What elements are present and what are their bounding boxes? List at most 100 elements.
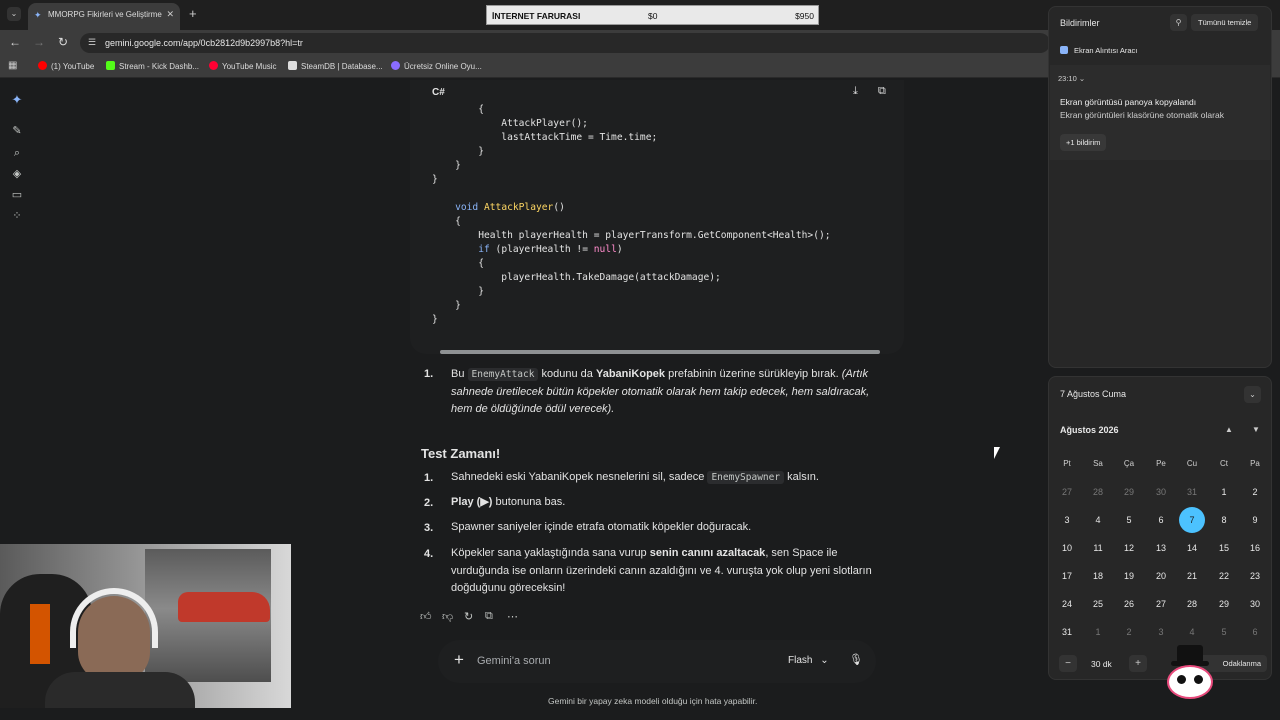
tab-list-button[interactable]: ⌄ (7, 7, 21, 21)
calendar-day[interactable]: 9 (1241, 510, 1269, 530)
calendar-day[interactable]: 28 (1178, 594, 1206, 614)
test-item-3: Spawner saniyeler içinde etrafa otomatik… (451, 521, 752, 533)
calendar-day[interactable]: 5 (1210, 622, 1238, 642)
weekday-header: Pa (1250, 459, 1260, 468)
library-icon[interactable]: ▭ (11, 189, 23, 201)
calendar-day[interactable]: 22 (1210, 566, 1238, 586)
bookmark-kick[interactable]: Stream - Kick Dashb... (106, 61, 199, 71)
gemini-tab-icon: ✦ (34, 10, 42, 20)
calendar-day[interactable]: 13 (1147, 538, 1175, 558)
dnd-icon[interactable]: ⚲ (1170, 14, 1187, 31)
calendar-day[interactable]: 29 (1210, 594, 1238, 614)
calendar-day[interactable]: 1 (1210, 482, 1238, 502)
calendar-day[interactable]: 18 (1084, 566, 1112, 586)
new-chat-icon[interactable]: ✎ (11, 125, 23, 137)
calendar-day[interactable]: 28 (1084, 482, 1112, 502)
calendar-month-label[interactable]: Ağustos 2026 (1060, 425, 1119, 435)
bookmark-youtube[interactable]: (1) YouTube (38, 61, 94, 71)
thumbs-down-icon[interactable]: 👎︎ (442, 610, 453, 623)
thumbs-up-icon[interactable]: 👍︎ (420, 610, 432, 623)
tab-title: MMORPG Fikirleri ve Geliştirme (48, 10, 162, 19)
calendar-day[interactable]: 4 (1178, 622, 1206, 642)
back-icon[interactable]: ← (9, 35, 21, 49)
more-options-icon[interactable]: ⋯ (507, 610, 518, 623)
calendar-day[interactable]: 31 (1178, 482, 1206, 502)
calendar-day[interactable]: 2 (1115, 622, 1143, 642)
prompt-input-box[interactable]: + Gemini'a sorun Flash ⌄ 🎙︎ (438, 640, 876, 683)
url-text: gemini.google.com/app/0cb2812d9b2997b8?h… (105, 38, 303, 48)
inline-code: EnemyAttack (467, 368, 539, 381)
calendar-day[interactable]: 15 (1210, 538, 1238, 558)
focus-increase-button[interactable]: + (1129, 655, 1147, 672)
apps-grid-icon[interactable]: ▦ (8, 60, 17, 71)
bookmark-online-games[interactable]: Ücretsiz Online Oyu... (391, 61, 482, 71)
prompt-placeholder[interactable]: Gemini'a sorun (477, 655, 551, 667)
calendar-day[interactable]: 1 (1084, 622, 1112, 642)
calendar-day[interactable]: 4 (1084, 510, 1112, 530)
forward-icon[interactable]: → (33, 35, 45, 49)
calendar-day[interactable]: 14 (1178, 538, 1206, 558)
notification-card[interactable]: 23:10 ⌄ Ekran görüntüsü panoya kopyaland… (1050, 65, 1270, 160)
notification-time: 23:10 ⌄ (1058, 74, 1086, 83)
calendar-day[interactable]: 30 (1147, 482, 1175, 502)
calendar-flyout: 7 Ağustos Cuma ⌄ Ağustos 2026 ▲ ▼ Pt Sa Ça… (1048, 376, 1272, 680)
calendar-day[interactable]: 5 (1115, 510, 1143, 530)
calendar-day[interactable]: 21 (1178, 566, 1206, 586)
calendar-date-label: 7 Ağustos Cuma (1060, 389, 1127, 399)
gems-icon[interactable]: ◈ (11, 168, 23, 180)
code-horizontal-scrollbar[interactable] (440, 350, 880, 354)
calendar-day[interactable]: 17 (1053, 566, 1081, 586)
microphone-icon[interactable]: 🎙︎ (849, 653, 863, 666)
calendar-day[interactable]: 8 (1210, 510, 1238, 530)
focus-decrease-button[interactable]: − (1059, 655, 1077, 672)
search-icon[interactable]: ⌕ (11, 147, 23, 159)
calendar-day[interactable]: 27 (1053, 482, 1081, 502)
clear-all-button[interactable]: Tümünü temizle (1191, 14, 1259, 31)
new-tab-button[interactable]: + (189, 6, 197, 21)
copy-response-icon[interactable]: ⧉ (485, 610, 493, 623)
calendar-day[interactable]: 3 (1053, 510, 1081, 530)
calendar-day[interactable]: 6 (1147, 510, 1175, 530)
site-info-icon[interactable]: ☰ (88, 37, 96, 48)
webcam-overlay (0, 544, 291, 708)
calendar-day[interactable]: 2 (1241, 482, 1269, 502)
previous-month-icon[interactable]: ▲ (1225, 425, 1233, 434)
add-icon[interactable]: + (454, 650, 464, 670)
bookmark-steamdb[interactable]: SteamDB | Database... (288, 61, 383, 71)
calendar-day[interactable]: 31 (1053, 622, 1081, 642)
regenerate-icon[interactable]: ↻ (464, 610, 473, 623)
calendar-day[interactable]: 10 (1053, 538, 1081, 558)
calendar-day[interactable]: 3 (1147, 622, 1175, 642)
apps-icon[interactable]: ⁘ (11, 210, 23, 222)
reload-icon[interactable]: ↻ (58, 35, 68, 49)
download-icon[interactable]: ⤓ (853, 85, 858, 98)
weekday-header: Sa (1093, 459, 1103, 468)
calendar-day[interactable]: 24 (1053, 594, 1081, 614)
calendar-day[interactable]: 12 (1115, 538, 1143, 558)
url-field[interactable]: ☰ gemini.google.com/app/0cb2812d9b2997b8… (80, 33, 1050, 53)
calendar-day[interactable]: 23 (1241, 566, 1269, 586)
calendar-day[interactable]: 29 (1115, 482, 1143, 502)
bookmark-youtube-music[interactable]: YouTube Music (209, 61, 277, 71)
notifications-title: Bildirimler (1060, 18, 1100, 28)
tab-close-icon[interactable]: ✕ (166, 9, 174, 20)
gemini-logo-icon[interactable]: ✦ (11, 93, 23, 106)
calendar-day[interactable]: 19 (1115, 566, 1143, 586)
calendar-day[interactable]: 11 (1084, 538, 1112, 558)
calendar-day[interactable]: 25 (1084, 594, 1112, 614)
panda-mascot-icon (1163, 645, 1217, 701)
calendar-day[interactable]: 27 (1147, 594, 1175, 614)
calendar-day[interactable]: 16 (1241, 538, 1269, 558)
model-selector[interactable]: Flash ⌄ (788, 655, 829, 666)
calendar-day[interactable]: 20 (1147, 566, 1175, 586)
calendar-day[interactable]: 6 (1241, 622, 1269, 642)
calendar-day[interactable]: 30 (1241, 594, 1269, 614)
collapse-calendar-button[interactable]: ⌄ (1244, 386, 1261, 403)
calendar-day[interactable]: 7 (1178, 507, 1206, 536)
tab-active[interactable]: ✦ MMORPG Fikirleri ve Geliştirme ✕ (28, 3, 180, 30)
copy-icon[interactable]: ⧉ (878, 85, 886, 98)
calendar-day[interactable]: 26 (1115, 594, 1143, 614)
next-month-icon[interactable]: ▼ (1252, 425, 1260, 434)
more-notifications-button[interactable]: +1 bildirim (1060, 134, 1107, 151)
test-heading: Test Zamanı! (421, 446, 501, 461)
